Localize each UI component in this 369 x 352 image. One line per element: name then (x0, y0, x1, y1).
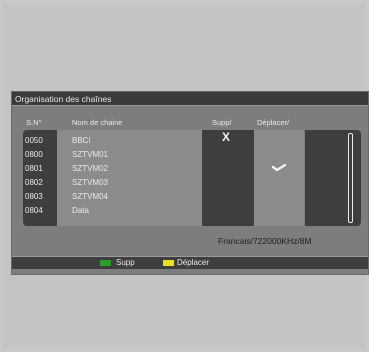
footer-legend: Supp Déplacer (12, 256, 368, 269)
list-item[interactable]: 0803 SZTVM04 (23, 190, 349, 204)
frequency-status: Francais/722000KHz/8M (218, 236, 312, 246)
dialog-title: Organisation des chaînes (12, 92, 368, 106)
channel-name: SZTVM01 (72, 150, 109, 159)
channel-number: 0804 (25, 206, 43, 215)
list-item[interactable]: 0050 BBCi (23, 134, 349, 148)
channel-name: SZTVM03 (72, 178, 109, 187)
channel-number: 0802 (25, 178, 43, 187)
channel-name: SZTVM02 (72, 164, 109, 173)
checkmark-icon[interactable] (272, 163, 286, 173)
supp-key-label: Supp (116, 258, 135, 267)
list-item[interactable]: 0800 SZTVM01 (23, 148, 349, 162)
channel-number: 0800 (25, 150, 43, 159)
header-name: Nom de chaine (72, 118, 123, 127)
move-key-label: Déplacer (177, 258, 210, 267)
channel-number: 0803 (25, 192, 43, 201)
yellow-key-icon (163, 260, 174, 266)
header-move: Déplacer/ (257, 118, 290, 127)
list-item[interactable]: 0802 SZTVM03 (23, 176, 349, 190)
channel-number: 0801 (25, 164, 43, 173)
list-item[interactable]: 0801 SZTVM02 (23, 162, 349, 176)
channel-name: Data (72, 206, 89, 215)
header-sn: S.N° (26, 118, 42, 127)
list-item[interactable]: 0804 Data (23, 204, 349, 218)
delete-mark[interactable]: X (222, 131, 230, 143)
channel-number: 0050 (25, 136, 43, 145)
channel-name: SZTVM04 (72, 192, 109, 201)
channel-name: BBCi (72, 136, 91, 145)
green-key-icon (100, 260, 111, 266)
header-supp: Supp/ (212, 118, 232, 127)
